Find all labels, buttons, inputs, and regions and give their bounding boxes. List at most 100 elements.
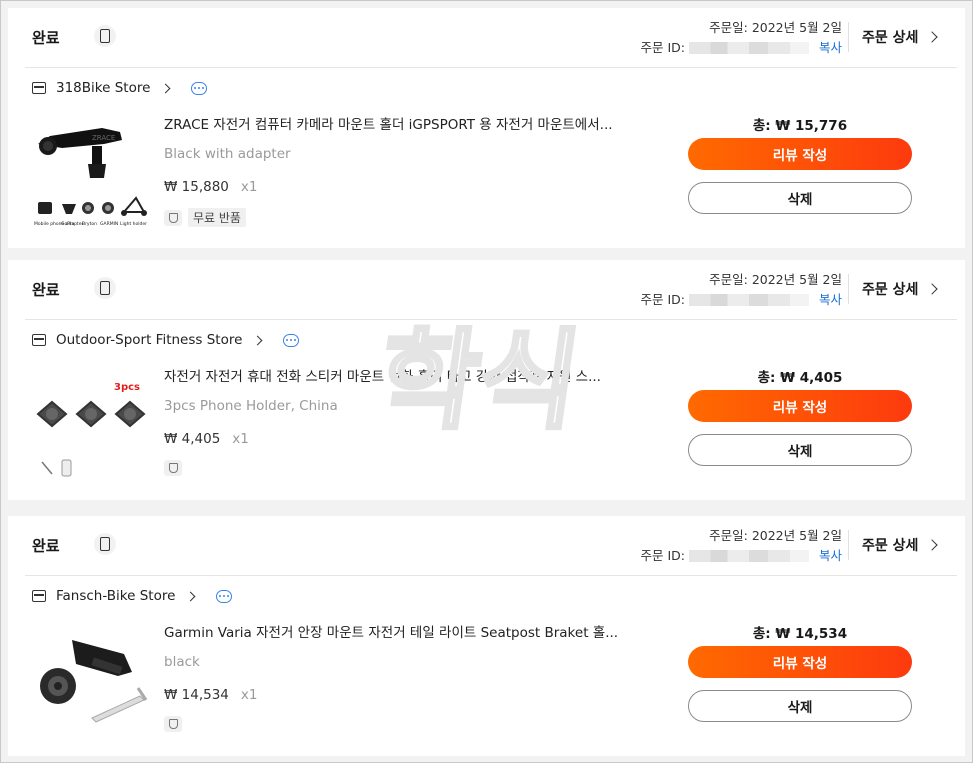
shield-icon bbox=[164, 716, 182, 732]
product-qty: x1 bbox=[232, 431, 249, 447]
product-price-row: ₩ 4,405 x1 bbox=[164, 431, 249, 447]
order-id-row: 주문 ID: 복사 bbox=[640, 546, 842, 566]
delete-button[interactable]: 삭제 bbox=[688, 434, 912, 466]
order-detail-label: 주문 상세 bbox=[862, 538, 919, 554]
svg-text:ZRACE: ZRACE bbox=[92, 134, 115, 142]
order-date-label: 주문일: bbox=[709, 272, 748, 287]
store-icon bbox=[32, 334, 46, 346]
chevron-right-icon bbox=[926, 539, 939, 551]
delete-button[interactable]: 삭제 bbox=[688, 182, 912, 214]
write-review-button[interactable]: 리뷰 작성 bbox=[688, 646, 912, 678]
chat-icon[interactable] bbox=[191, 81, 208, 95]
thumb-caption: Mobile phone adapter bbox=[34, 221, 83, 227]
product-title-link[interactable]: Garmin Varia 자전거 안장 마운트 자전거 테일 라이트 Seatp… bbox=[164, 621, 654, 641]
chevron-right-icon[interactable] bbox=[160, 83, 171, 93]
copy-order-id-button[interactable]: 복사 bbox=[819, 290, 842, 310]
product-price: ₩ 14,534 bbox=[164, 687, 229, 703]
divider bbox=[848, 274, 849, 304]
product-price: ₩ 4,405 bbox=[164, 431, 221, 447]
order-detail-link[interactable]: 주문 상세 bbox=[862, 27, 957, 47]
delete-button[interactable]: 삭제 bbox=[688, 690, 912, 722]
watermark-text: 학식 bbox=[378, 318, 587, 438]
order-detail-label: 주문 상세 bbox=[862, 30, 919, 46]
badge-row bbox=[164, 460, 182, 476]
order-card: 완료 주문일: 2022년 5월 2일 주문 ID: 복사 주문 상세 Fansc… bbox=[8, 516, 965, 756]
product-qty: x1 bbox=[240, 179, 258, 195]
order-id-label: 주문 ID: bbox=[640, 40, 685, 55]
write-review-button[interactable]: 리뷰 작성 bbox=[688, 390, 912, 422]
order-id-row: 주문 ID: 복사 bbox=[640, 290, 842, 310]
order-status: 완료 bbox=[32, 29, 60, 47]
thumb-caption: Bryton bbox=[82, 221, 97, 227]
order-meta: 주문일: 2022년 5월 2일 주문 ID: 복사 bbox=[640, 18, 842, 58]
product-price-row: ₩ 15,880 x1 bbox=[164, 179, 257, 195]
order-card: 완료 주문일: 2022년 5월 2일 주문 ID: 복사 주문 상세 318Bi… bbox=[8, 8, 965, 248]
order-date-label: 주문일: bbox=[709, 20, 748, 35]
thumb-caption: Light holder bbox=[120, 221, 147, 227]
order-id-masked bbox=[688, 294, 809, 306]
product-thumbnail[interactable] bbox=[32, 626, 150, 744]
order-status: 완료 bbox=[32, 281, 60, 299]
badge-row bbox=[164, 716, 182, 732]
order-status: 완료 bbox=[32, 537, 60, 555]
thumb-caption: 3pcs bbox=[114, 382, 140, 393]
order-header: 완료 주문일: 2022년 5월 2일 주문 ID: 복사 주문 상세 bbox=[25, 516, 957, 576]
free-return-badge: 무료 반품 bbox=[188, 208, 246, 227]
chat-icon[interactable] bbox=[283, 333, 300, 347]
order-id-label: 주문 ID: bbox=[640, 292, 685, 307]
store-row: 318Bike Store bbox=[32, 80, 208, 96]
product-thumbnail[interactable]: ZRACE Mobile phone adapter GoPro Bryton … bbox=[32, 118, 150, 236]
thumb-caption: GoPro bbox=[61, 221, 75, 227]
order-date: 2022년 5월 2일 bbox=[751, 20, 842, 35]
watermark: 학식 bbox=[369, 315, 598, 445]
order-id-masked bbox=[688, 550, 809, 562]
write-review-button[interactable]: 리뷰 작성 bbox=[688, 138, 912, 170]
order-date-row: 주문일: 2022년 5월 2일 bbox=[640, 270, 842, 290]
chevron-right-icon[interactable] bbox=[252, 335, 263, 345]
order-date-label: 주문일: bbox=[709, 528, 748, 543]
store-row: Outdoor-Sport Fitness Store bbox=[32, 332, 300, 348]
product-variant: Black with adapter bbox=[164, 146, 291, 162]
order-id-row: 주문 ID: 복사 bbox=[640, 38, 842, 58]
thumb-caption: GARMIN bbox=[100, 221, 118, 227]
store-name-link[interactable]: 318Bike Store bbox=[56, 80, 150, 96]
store-name-link[interactable]: Outdoor-Sport Fitness Store bbox=[56, 332, 242, 348]
order-date: 2022년 5월 2일 bbox=[751, 528, 842, 543]
store-icon bbox=[32, 82, 46, 94]
order-meta: 주문일: 2022년 5월 2일 주문 ID: 복사 bbox=[640, 526, 842, 566]
order-id-masked bbox=[688, 42, 809, 54]
product-variant: 3pcs Phone Holder, China bbox=[164, 398, 338, 414]
order-detail-link[interactable]: 주문 상세 bbox=[862, 279, 957, 299]
product-qty: x1 bbox=[240, 687, 258, 703]
order-header: 완료 주문일: 2022년 5월 2일 주문 ID: 복사 주문 상세 bbox=[25, 260, 957, 320]
chevron-right-icon bbox=[926, 31, 939, 43]
order-id-label: 주문 ID: bbox=[640, 548, 685, 563]
product-price-row: ₩ 14,534 x1 bbox=[164, 687, 257, 703]
order-detail-link[interactable]: 주문 상세 bbox=[862, 535, 957, 555]
product-title-link[interactable]: ZRACE 자전거 컴퓨터 카메라 마운트 홀더 iGPSPORT 용 자전거 … bbox=[164, 113, 654, 133]
order-total: 총: ₩ 15,776 bbox=[752, 118, 848, 134]
order-date-row: 주문일: 2022년 5월 2일 bbox=[640, 526, 842, 546]
store-name-link[interactable]: Fansch-Bike Store bbox=[56, 588, 175, 604]
product-thumbnail[interactable]: 3pcs bbox=[32, 370, 150, 488]
shield-icon bbox=[164, 460, 182, 476]
store-row: Fansch-Bike Store bbox=[32, 588, 233, 604]
order-meta: 주문일: 2022년 5월 2일 주문 ID: 복사 bbox=[640, 270, 842, 310]
order-header: 완료 주문일: 2022년 5월 2일 주문 ID: 복사 주문 상세 bbox=[25, 8, 957, 68]
mobile-order-icon bbox=[94, 25, 116, 47]
badge-row: 무료 반품 bbox=[164, 208, 246, 227]
copy-order-id-button[interactable]: 복사 bbox=[819, 546, 842, 566]
mobile-order-icon bbox=[94, 277, 116, 299]
order-detail-label: 주문 상세 bbox=[862, 282, 919, 298]
store-icon bbox=[32, 590, 46, 602]
divider bbox=[848, 22, 849, 52]
product-price: ₩ 15,880 bbox=[164, 179, 229, 195]
divider bbox=[848, 530, 849, 560]
order-date: 2022년 5월 2일 bbox=[751, 272, 842, 287]
copy-order-id-button[interactable]: 복사 bbox=[819, 38, 842, 58]
chevron-right-icon[interactable] bbox=[185, 591, 196, 601]
product-variant: black bbox=[164, 654, 200, 670]
chevron-right-icon bbox=[926, 283, 939, 295]
chat-icon[interactable] bbox=[216, 589, 233, 603]
order-date-row: 주문일: 2022년 5월 2일 bbox=[640, 18, 842, 38]
